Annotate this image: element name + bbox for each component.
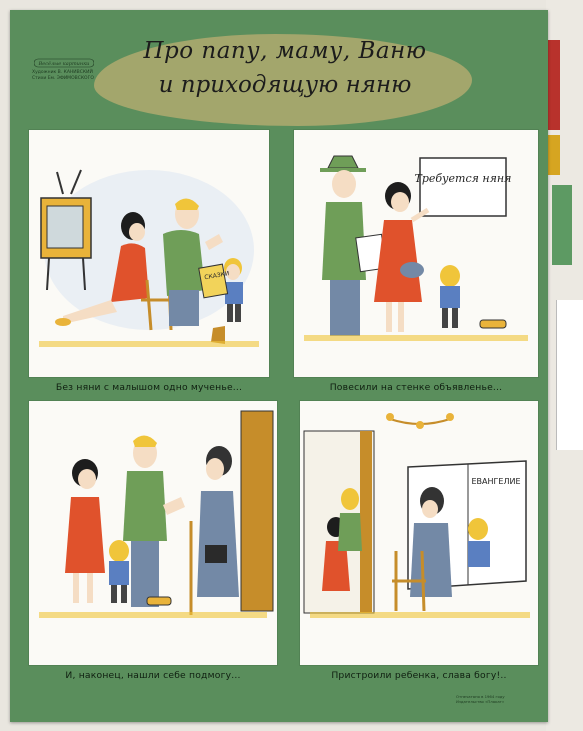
title-line-1: Про папу, маму, Ваню [143, 38, 427, 64]
publisher-logo: Весёлые картинки [34, 58, 94, 68]
credits: Художник В. КАНИВСКИЙ Стихи Ем. ЭФИМОВСК… [32, 70, 100, 82]
panel-1-illustration: СКАЗКИ [39, 169, 259, 347]
poster: Про папу, маму, Ваню и приходящую няню В… [10, 10, 548, 722]
panel-2-illustration: Требуется няня [304, 155, 528, 341]
panel-2-caption: Повесили на стенке объявленье... [329, 382, 503, 393]
title-line-2: и приходящую няню [158, 72, 412, 98]
panel-3-caption: И, наконец, нашли себе подмогу... [65, 670, 241, 681]
panel-4-illustration: ЕВАНГЕЛИЕ [303, 413, 530, 618]
background-paper-edge [556, 300, 583, 450]
logo-text: Весёлые картинки [38, 60, 90, 67]
imprint: Отпечатано в 1964 году Издательство «Пла… [456, 694, 546, 704]
panel-3-illustration [39, 410, 274, 618]
background-green-poster-edge [552, 185, 572, 265]
background-red-poster-edge [548, 40, 560, 130]
panel-2-notice-text: Требуется няня [415, 172, 512, 185]
panel-1: СКАЗКИ [29, 130, 269, 377]
credit-poet: Стихи Ем. ЭФИМОВСКОГО [32, 76, 94, 81]
panel-3 [29, 401, 277, 665]
background-yellow-poster-edge [548, 135, 560, 175]
panel-2: Требуется няня [294, 130, 538, 377]
imprint-line-2: Издательство «Плакат» [456, 699, 505, 704]
panel-4: ЕВАНГЕЛИЕ [300, 401, 538, 665]
panel-4-caption: Пристроили ребенка, слава богу!.. [331, 670, 507, 681]
panel-1-caption: Без няни с малышом одно мученье... [55, 382, 243, 393]
panel-4-book-label: ЕВАНГЕЛИЕ [471, 477, 520, 486]
